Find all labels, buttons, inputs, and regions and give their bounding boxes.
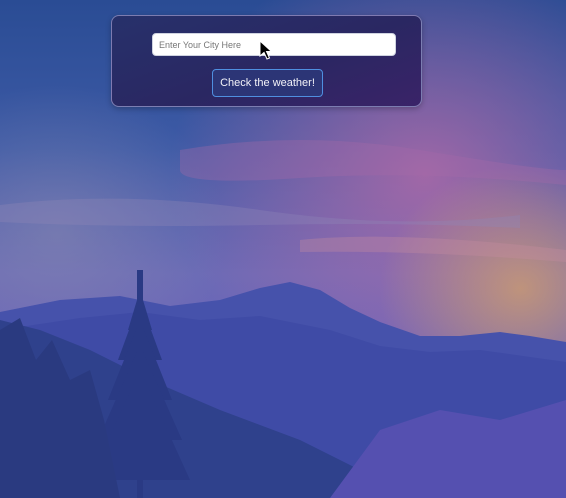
- mouse-cursor-icon: [259, 40, 273, 60]
- check-weather-button[interactable]: Check the weather!: [212, 69, 323, 97]
- city-search-input[interactable]: [152, 33, 396, 56]
- weather-search-card: Check the weather!: [111, 15, 422, 107]
